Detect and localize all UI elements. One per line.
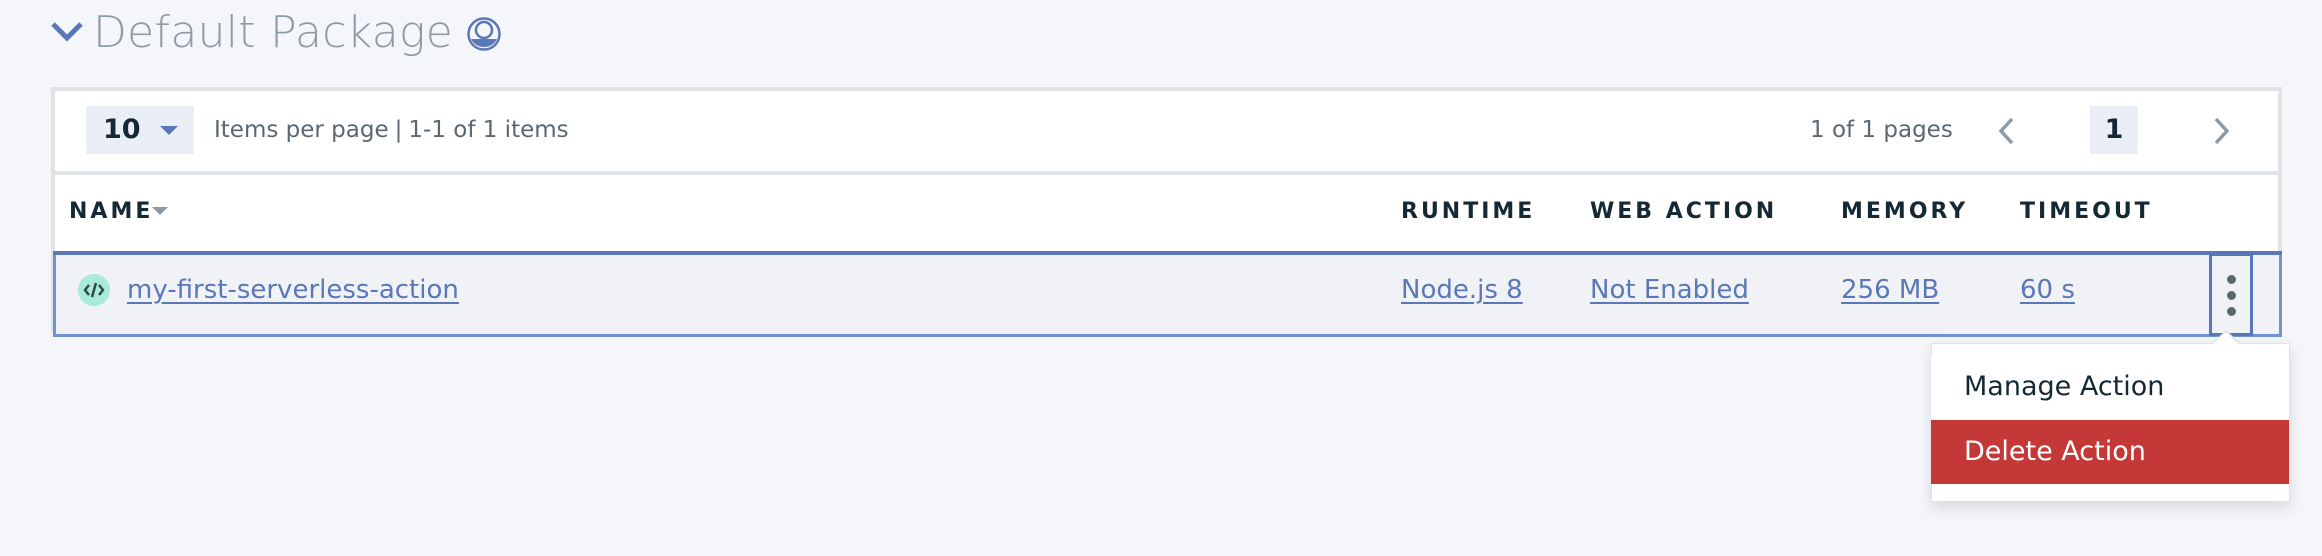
package-ring-icon: [467, 17, 501, 51]
runtime-link[interactable]: Node.js 8: [1401, 272, 1523, 308]
code-icon: [78, 274, 110, 306]
row-top-border: [53, 251, 2282, 255]
overflow-dot-icon: [2227, 275, 2236, 284]
column-header-runtime: RUNTIME: [1401, 199, 1536, 224]
chevron-down-icon[interactable]: [50, 20, 84, 44]
overflow-dot-icon: [2227, 307, 2236, 316]
items-per-page-label: Items per page: [214, 117, 389, 143]
web-action-link[interactable]: Not Enabled: [1590, 272, 1749, 308]
items-range-label: Items per page | 1-1 of 1 items: [214, 112, 569, 148]
column-header-memory: MEMORY: [1841, 199, 1969, 224]
pages-label: 1 of 1 pages: [1810, 117, 1953, 143]
overflow-menu-button[interactable]: [2209, 253, 2253, 336]
menu-arrow: [2213, 332, 2239, 344]
memory-link[interactable]: 256 MB: [1841, 272, 1939, 308]
chevron-right-icon[interactable]: [2207, 114, 2235, 148]
items-per-page-value[interactable]: 10: [103, 110, 141, 150]
items-range: 1-1 of 1 items: [408, 117, 569, 143]
sort-caret-icon[interactable]: [152, 207, 168, 215]
column-header-timeout: TIMEOUT: [2020, 199, 2153, 224]
chevron-left-icon[interactable]: [1993, 114, 2021, 148]
package-title: Default Package: [93, 7, 454, 58]
manage-action-menu-item[interactable]: Manage Action: [1931, 355, 2289, 419]
overflow-dot-icon: [2227, 291, 2236, 300]
current-page[interactable]: 1: [2090, 106, 2138, 154]
column-header-name[interactable]: NAME: [69, 198, 153, 226]
column-header-web-action: WEB ACTION: [1590, 199, 1778, 224]
action-name-link[interactable]: my-first-serverless-action: [127, 272, 459, 308]
caret-down-icon[interactable]: [160, 126, 178, 135]
delete-action-menu-item[interactable]: Delete Action: [1931, 420, 2289, 484]
separator: |: [394, 117, 403, 143]
timeout-link[interactable]: 60 s: [2020, 272, 2075, 308]
